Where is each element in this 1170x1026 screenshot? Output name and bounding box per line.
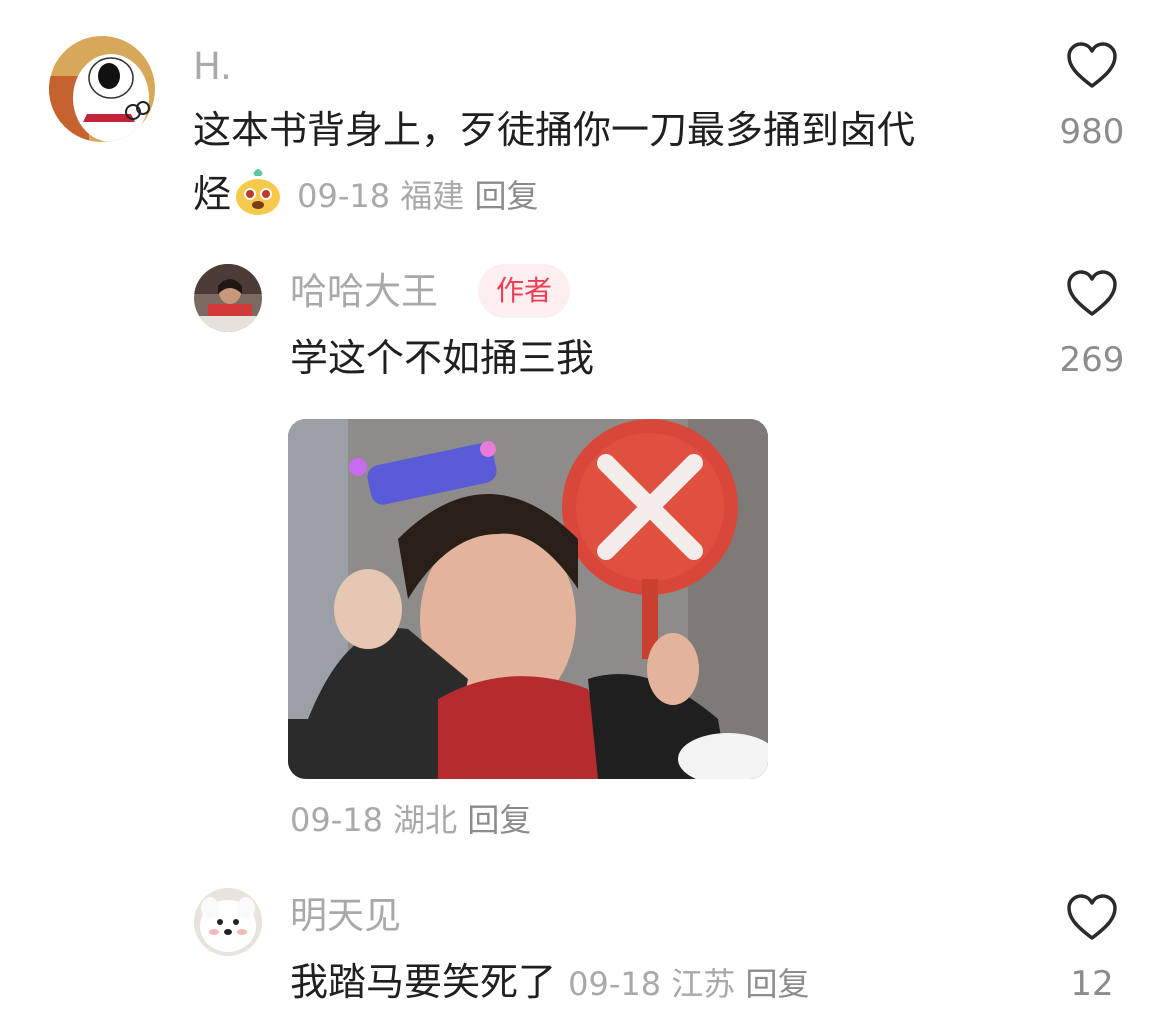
- comment-date: 09-18: [568, 965, 662, 1003]
- like-button[interactable]: 12: [1042, 894, 1142, 1004]
- heart-icon: [1067, 894, 1117, 940]
- comment-text: 学这个不如捅三我: [290, 326, 594, 390]
- comment-text: 这本书背身上，歹徒捅你一刀最多捅到卤代: [193, 98, 915, 162]
- reply-button[interactable]: 回复: [474, 177, 538, 215]
- comment-date: 09-18: [297, 177, 391, 215]
- avatar[interactable]: [194, 888, 262, 956]
- comment-text-line: 烃: [193, 172, 232, 216]
- comment-meta: 09-18 江苏 回复: [568, 965, 809, 1003]
- comment-text-line: 这本书背身上，歹徒捅你一刀最多捅到卤代: [193, 108, 916, 152]
- like-button[interactable]: 980: [1042, 42, 1142, 152]
- avatar[interactable]: [49, 36, 155, 142]
- comment-text-line: 学这个不如捅三我: [290, 336, 595, 380]
- author-badge: 作者: [478, 264, 571, 318]
- comment-location: 江苏: [671, 965, 736, 1003]
- like-count: 269: [1059, 340, 1125, 380]
- comment-location: 福建: [400, 177, 465, 215]
- comment-text-line: 我踏马要笑死了: [290, 960, 557, 1004]
- comment-location: 湖北: [393, 801, 458, 839]
- comment-text-line2: 烃 09-18 福建 回复: [193, 162, 538, 228]
- username[interactable]: H.: [193, 48, 232, 85]
- comment-text: 我踏马要笑死了 09-18 江苏 回复: [290, 950, 809, 1016]
- comment-meta: 09-18 湖北 回复: [290, 801, 531, 839]
- heart-icon: [1067, 270, 1117, 316]
- username[interactable]: 明天见: [290, 897, 401, 934]
- reply-image[interactable]: [288, 419, 768, 779]
- username[interactable]: 哈哈大王: [290, 273, 438, 310]
- comment-meta-row: 09-18 湖北 回复: [290, 786, 531, 852]
- reply-button[interactable]: 回复: [467, 801, 531, 839]
- cute-face-sticker-icon: [233, 167, 283, 217]
- avatar[interactable]: [194, 264, 262, 332]
- comment-date: 09-18: [290, 801, 383, 839]
- like-count: 980: [1059, 112, 1125, 152]
- like-button[interactable]: 269: [1042, 270, 1142, 380]
- heart-icon: [1067, 42, 1117, 88]
- reply-button[interactable]: 回复: [745, 965, 809, 1003]
- comment-meta: 09-18 福建 回复: [297, 177, 538, 215]
- like-count: 12: [1070, 964, 1114, 1004]
